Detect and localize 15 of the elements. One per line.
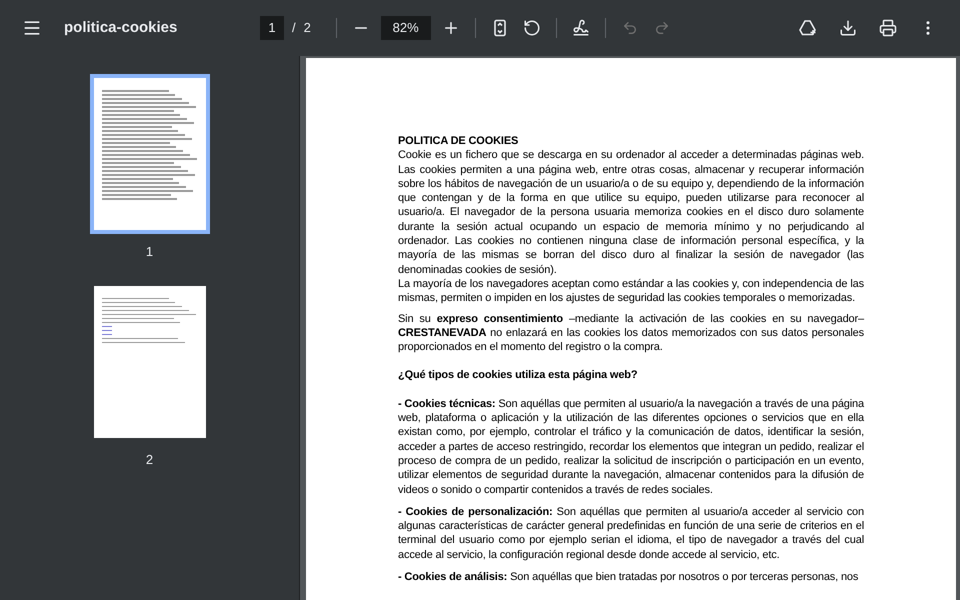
paragraph: - Cookies de análisis: Son aquéllas que bien tratadas por nosotros o por terceras personas, nos xyxy=(398,570,860,584)
paragraph: La mayoría de los navegadores aceptan como estándar a las cookies y, con independencia de las mismas, permiten o impiden en los ajustes de seguridad las cookies temporales o memorizadas. xyxy=(398,276,864,306)
paragraph: - Cookies técnicas: Son aquéllas que permiten al usuario/a la navegación a través de una página web, plataforma o aplicación y la utilización de las diferentes opciones o servicios que en ella existan como, por ejemplo, controlar el tráfico y la comunicación de datos, identificar la sesión, acceder a partes de acceso restringido, recordar los elementos que integran un pedido, realizar el proceso de compra de un pedido, realizar la solicitud de inscripción o participación en un evento, utilizar elementos de seguridad durante la navegación, almacenar contenidos para la difusión de videos o sonido o compartir contenidos a través de redes sociales. xyxy=(398,396,864,497)
page-separator: / xyxy=(292,19,296,38)
section-heading: POLITICA DE COOKIES xyxy=(398,134,520,148)
document-title: politica-cookies xyxy=(64,18,178,38)
section-heading: ¿Qué tipos de cookies utiliza esta página web? xyxy=(398,368,638,383)
page-count: 2 xyxy=(304,19,312,38)
page-input[interactable]: 1 xyxy=(260,16,284,40)
paragraph: Sin su expreso consentimiento –mediante la activación de las cookies en su navegador– CRESTANEVADA no enlazará en las cookies los datos memorizados con sus datos personales proporcionados en el momento del registro o la compra. xyxy=(398,312,864,354)
page-number: 2 xyxy=(146,450,154,468)
paragraph: - Cookies de personalización: Son aquéllas que permiten al usuario/a acceder al servicio con algunas características de carácter general predefinidas en función de una serie de criterios en el terminal del usuario como por ejemplo serian el idioma, el tipo de navegador a través del cual accede al servicio, la configuración regional desde donde accede al servicio, etc. xyxy=(398,504,864,562)
zoom-input[interactable]: 82% xyxy=(380,16,431,40)
paragraph: Cookie es un fichero que se descarga en su ordenador al acceder a determinadas páginas web. Las cookies permiten a una página web, entre otras cosas, almacenar y recuperar información sobre los hábitos de navegación de un usuario/a o de su equipo y, dependiendo de la información que contengan y de la forma en que utilice su equipo, pueden utilizarse para reconocer al usuario/a. El navegador de la persona usuaria memoriza cookies en el disco duro solamente durante la sesión actual ocupando un espacio de memoria mínimo y no perjudicando al ordenador. Las cookies no contienen ninguna clase de información personal específica, y la mayoría de las mismas se borran del disco duro al finalizar la sesión de navegador (las denominadas cookies de sesión). xyxy=(398,148,864,277)
page-number: 1 xyxy=(146,243,154,261)
